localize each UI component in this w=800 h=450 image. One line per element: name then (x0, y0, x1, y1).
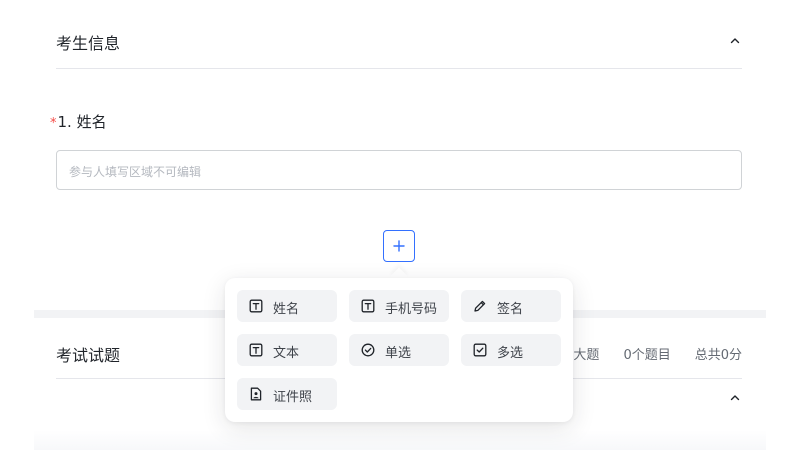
menu-option-phone[interactable]: 手机号码 (349, 290, 449, 322)
id-photo-icon (249, 387, 263, 401)
menu-option-name[interactable]: 姓名 (237, 290, 337, 322)
menu-option-text[interactable]: 文本 (237, 334, 337, 366)
menu-option-id-photo[interactable]: 证件照 (237, 378, 337, 410)
question-title: 1. 姓名 (57, 113, 107, 131)
answer-placeholder: 参与人填写区域不可编辑 (69, 165, 202, 179)
radio-check-icon (361, 343, 375, 357)
exam-stat-sections: 大题 (573, 348, 600, 363)
pen-icon (473, 299, 487, 313)
text-t-icon (249, 299, 263, 313)
menu-option-label: 单选 (385, 346, 412, 361)
text-t-icon (361, 299, 375, 313)
question-label: *1. 姓名 (50, 111, 107, 132)
add-question-button[interactable] (383, 230, 415, 262)
chevron-up-icon[interactable] (728, 34, 742, 48)
answer-field: 参与人填写区域不可编辑 (56, 150, 742, 190)
menu-option-multi-choice[interactable]: 多选 (461, 334, 561, 366)
plus-icon (393, 240, 405, 252)
menu-option-label: 手机号码 (385, 302, 438, 317)
exam-section-title: 考试试题 (56, 346, 121, 365)
menu-option-label: 文本 (273, 346, 300, 361)
menu-option-single-choice[interactable]: 单选 (349, 334, 449, 366)
exam-stats: 大题 0个题目 总共0分 (573, 344, 742, 363)
checkbox-icon (473, 343, 487, 357)
candidate-section-header[interactable]: 考生信息 (56, 0, 742, 69)
text-t-icon (249, 343, 263, 357)
candidate-section-title: 考生信息 (56, 34, 121, 53)
required-mark: * (50, 116, 57, 131)
menu-option-label: 姓名 (273, 302, 300, 317)
exam-stat-total: 总共0分 (694, 348, 742, 363)
bottom-area (34, 430, 766, 450)
menu-option-label: 签名 (497, 302, 524, 317)
menu-option-label: 多选 (497, 346, 524, 361)
add-field-menu: 姓名 手机号码 签名 文本 单选 多选 证件照 (225, 278, 573, 422)
menu-option-label: 证件照 (273, 390, 313, 405)
exam-stat-questions: 0个题目 (623, 348, 671, 363)
chevron-up-icon[interactable] (728, 391, 742, 405)
menu-option-signature[interactable]: 签名 (461, 290, 561, 322)
